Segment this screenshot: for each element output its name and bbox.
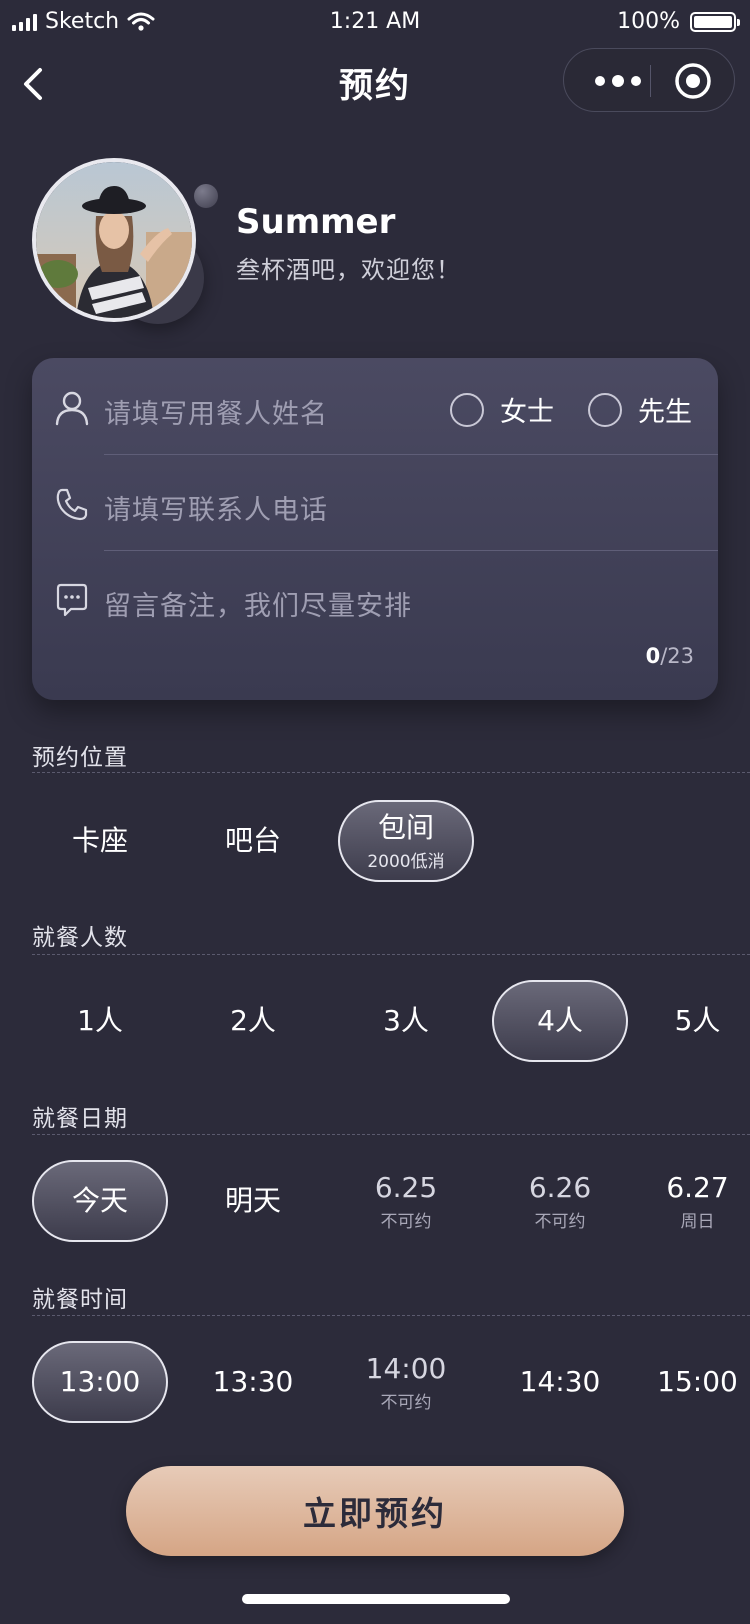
location-option-private-room[interactable]: 包间 2000低消 <box>338 800 474 882</box>
option-sublabel: 不可约 <box>534 1211 586 1232</box>
option-label: 1人 <box>77 1004 123 1037</box>
people-option-4[interactable]: 4人 <box>492 980 628 1062</box>
option-sublabel: 2000低消 <box>367 851 445 872</box>
option-label: 6.25 <box>374 1170 438 1204</box>
gender-male-label: 先生 <box>638 397 692 428</box>
section-title-people: 就餐人数 <box>32 925 128 951</box>
option-sublabel: 不可约 <box>380 1211 432 1232</box>
option-label: 5人 <box>674 1004 721 1037</box>
time-option-14-00[interactable]: 14:00 不可约 <box>338 1341 474 1423</box>
gender-female-label: 女士 <box>500 397 554 428</box>
time-option-14-30[interactable]: 14:30 <box>492 1341 628 1423</box>
date-option-tomorrow[interactable]: 明天 <box>185 1160 321 1242</box>
remark-count: 0 <box>645 644 661 668</box>
remark-counter: 0/23 <box>646 644 694 668</box>
time-option-13-00[interactable]: 13:00 <box>32 1341 168 1423</box>
battery-icon <box>690 11 740 32</box>
divider <box>104 550 718 551</box>
location-option-bar[interactable]: 吧台 <box>185 800 321 882</box>
people-option-3[interactable]: 3人 <box>338 980 474 1062</box>
date-option-6-26[interactable]: 6.26 不可约 <box>492 1160 628 1242</box>
option-label: 15:00 <box>657 1365 738 1398</box>
date-option-6-27[interactable]: 6.27 周日 <box>645 1160 750 1242</box>
reservation-form-card: 请填写用餐人姓名 女士 先生 请填写联系人电话 留言备注，我们尽量安排 0/23 <box>32 358 718 700</box>
option-label: 卡座 <box>71 824 128 857</box>
reserve-now-button[interactable]: 立即预约 <box>126 1466 624 1556</box>
mini-program-capsule <box>563 48 735 112</box>
option-label: 吧台 <box>224 824 281 857</box>
option-label: 今天 <box>71 1184 128 1217</box>
option-label: 包间 <box>377 810 434 844</box>
section-divider <box>32 1315 750 1316</box>
radio-circle <box>588 392 622 427</box>
option-label: 14:30 <box>519 1365 601 1398</box>
remark-input[interactable]: 留言备注，我们尽量安排 <box>104 584 412 623</box>
phone-input[interactable]: 请填写联系人电话 <box>104 488 328 527</box>
battery-percent: 100% <box>617 9 680 34</box>
option-label: 14:00 <box>365 1351 447 1385</box>
section-title-location: 预约位置 <box>32 745 128 771</box>
section-title-date: 就餐日期 <box>32 1106 128 1132</box>
option-sublabel: 不可约 <box>380 1392 432 1413</box>
section-divider <box>32 954 750 955</box>
option-label: 2人 <box>230 1004 276 1037</box>
avatar-photo <box>36 162 192 318</box>
avatar <box>32 158 196 322</box>
phone-icon <box>56 488 88 521</box>
gender-male-radio[interactable]: 先生 <box>588 390 692 429</box>
section-divider <box>32 1134 750 1135</box>
close-target-icon[interactable] <box>674 62 712 100</box>
option-sublabel: 周日 <box>680 1211 715 1232</box>
section-divider <box>32 772 750 773</box>
option-label: 4人 <box>537 1004 583 1037</box>
date-option-today[interactable]: 今天 <box>32 1160 168 1242</box>
gender-female-radio[interactable]: 女士 <box>450 390 554 429</box>
option-label: 3人 <box>383 1004 429 1037</box>
option-label: 13:30 <box>212 1365 294 1398</box>
radio-circle <box>450 392 484 427</box>
greeting-text: 叁杯酒吧，欢迎您！ <box>236 256 461 284</box>
date-option-6-25[interactable]: 6.25 不可约 <box>338 1160 474 1242</box>
time-option-13-30[interactable]: 13:30 <box>185 1341 321 1423</box>
time-option-15-00[interactable]: 15:00 <box>645 1341 750 1423</box>
option-label: 6.26 <box>528 1170 592 1204</box>
people-option-1[interactable]: 1人 <box>32 980 168 1062</box>
message-icon <box>56 583 88 617</box>
name-input[interactable]: 请填写用餐人姓名 <box>104 392 328 431</box>
user-icon <box>55 391 89 426</box>
option-label: 6.27 <box>666 1170 729 1204</box>
location-option-booth[interactable]: 卡座 <box>32 800 168 882</box>
user-name: Summer <box>236 202 396 242</box>
section-title-time: 就餐时间 <box>32 1287 128 1313</box>
decor-dot <box>194 184 218 208</box>
people-option-2[interactable]: 2人 <box>185 980 321 1062</box>
divider <box>104 454 718 455</box>
option-label: 明天 <box>224 1184 281 1217</box>
status-bar: Sketch 1:21 AM 100% <box>0 0 750 44</box>
home-indicator <box>242 1594 510 1604</box>
more-icon[interactable] <box>590 69 646 93</box>
remark-max: /23 <box>660 644 694 668</box>
option-label: 13:00 <box>59 1365 141 1398</box>
people-option-5[interactable]: 5人 <box>645 980 750 1062</box>
